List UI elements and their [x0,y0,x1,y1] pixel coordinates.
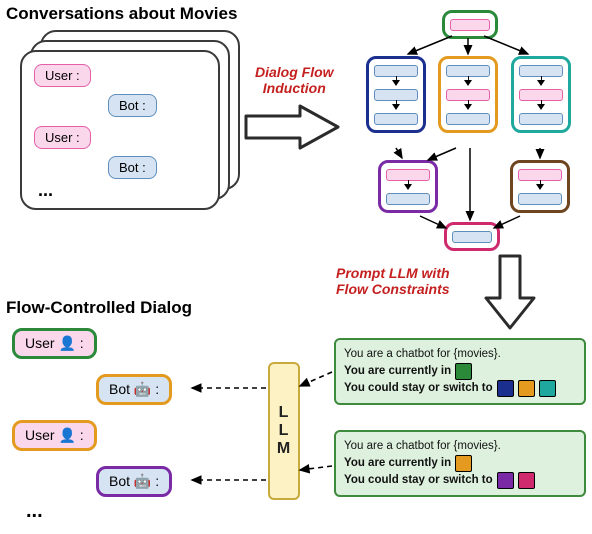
node-start [442,10,498,39]
fc-user-1-label: User 👤 : [25,335,84,352]
conversations-stack: User : Bot : User : Bot : ... [16,26,242,210]
turn-blue [374,113,418,125]
turn-blue [446,113,490,125]
turn-blue [452,231,492,243]
swatch-teal [539,380,556,397]
prompt-a-line3: You could stay or switch to [344,380,576,397]
node-orange [438,56,498,133]
swatch-navy [497,380,514,397]
swatch-purple [497,472,514,489]
turn-blue [518,193,562,205]
llm-letter-1: L [279,404,290,422]
fc-user-1: User 👤 : [12,328,97,359]
title-flow-controlled: Flow-Controlled Dialog [6,298,192,318]
user-chip-2: User : [34,126,91,149]
arrow-down-mini [537,104,545,110]
ellipsis: ... [38,180,53,201]
title-conversations: Conversations about Movies [6,4,237,24]
llm-letter-3: M [277,440,291,458]
turn-pink [450,19,490,31]
llm-letter-2: L [279,422,290,440]
swatch-orange [455,455,472,472]
arrow-down-mini [537,80,545,86]
node-brown [510,160,570,213]
prompt-b-line1: You are a chatbot for {movies}. [344,438,576,455]
node-teal [511,56,571,133]
fc-bot-2: Bot 🤖 : [96,466,172,497]
label-flow-induction-l2: Induction [255,80,334,96]
arrow-to-graph [244,104,340,150]
fc-user-2: User 👤 : [12,420,97,451]
arrow-down-mini [536,184,544,190]
turn-blue [386,193,430,205]
fc-user-2-label: User 👤 : [25,427,84,444]
arrow-down-mini [392,104,400,110]
turn-blue [519,113,563,125]
prompt-b-line2: You are currently in [344,455,576,472]
label-prompt-l2: Flow Constraints [336,281,450,297]
fc-bot-2-label: Bot 🤖 : [109,473,159,490]
node-purple [378,160,438,213]
user-chip-1: User : [34,64,91,87]
prompt-box-a: You are a chatbot for {movies}. You are … [334,338,586,405]
swatch-orange [518,380,535,397]
prompt-a-line2: You are currently in [344,363,576,380]
node-end [444,222,500,251]
bot-chip-2: Bot : [108,156,157,179]
llm-box: L L M [268,362,300,500]
label-flow-induction: Dialog Flow Induction [255,64,334,96]
prompt-b-line3: You could stay or switch to [344,472,576,489]
arrow-graph-to-prompt [484,254,536,330]
arrow-down-mini [404,184,412,190]
arrow-down-mini [392,80,400,86]
label-flow-induction-l1: Dialog Flow [255,64,334,80]
bot-chip-1: Bot : [108,94,157,117]
arrow-down-mini [464,80,472,86]
swatch-pink [518,472,535,489]
label-prompt-llm: Prompt LLM with Flow Constraints [336,265,450,297]
fc-bot-1-label: Bot 🤖 : [109,381,159,398]
fc-ellipsis: ... [26,500,43,523]
conv-card-1: User : Bot : User : Bot : ... [20,50,220,210]
prompt-a-line1: You are a chatbot for {movies}. [344,346,576,363]
fc-bot-1: Bot 🤖 : [96,374,172,405]
prompt-box-b: You are a chatbot for {movies}. You are … [334,430,586,497]
node-navy [366,56,426,133]
label-prompt-l1: Prompt LLM with [336,265,450,281]
swatch-green [455,363,472,380]
arrow-down-mini [464,104,472,110]
